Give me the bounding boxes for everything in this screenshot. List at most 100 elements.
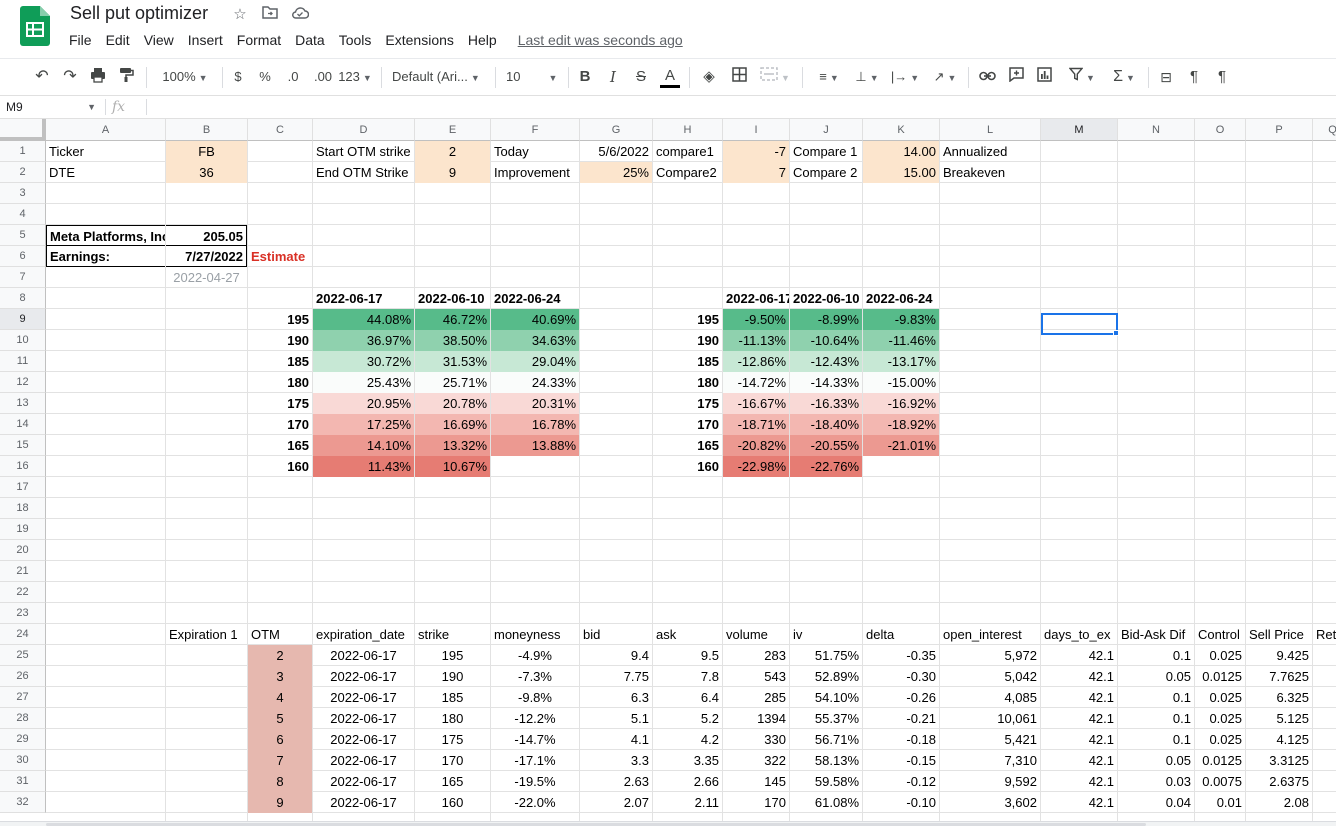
options-cell[interactable]: 9.425 (1246, 645, 1312, 666)
options-cell[interactable]: 55.37% (790, 708, 862, 729)
breakeven-strike[interactable]: 180 (653, 372, 722, 393)
row-header-9[interactable]: 9 (0, 309, 46, 330)
filter-icon[interactable]: ▼ (1062, 67, 1102, 87)
annualized-value[interactable]: 10.67% (415, 456, 490, 477)
options-cell[interactable]: 6.3 (580, 687, 652, 708)
options-cell[interactable]: 5,972 (940, 645, 1040, 666)
options-cell[interactable]: -19.5% (491, 771, 579, 792)
breakeven-value[interactable]: -20.82% (723, 435, 789, 456)
earnings-date[interactable]: 7/27/2022 (166, 246, 247, 267)
compare-2-label[interactable]: Compare 2 (790, 162, 862, 183)
options-cell[interactable]: 0.05 (1118, 750, 1194, 771)
row-header-6[interactable]: 6 (0, 246, 46, 267)
options-cell[interactable]: -0.21 (863, 708, 939, 729)
column-header-a[interactable]: A (46, 119, 166, 141)
breakeven-value[interactable]: -18.92% (863, 414, 939, 435)
column-header-m[interactable]: M (1041, 119, 1118, 141)
ticker-label[interactable]: Ticker (46, 141, 165, 162)
percent-format-button[interactable]: % (256, 67, 274, 87)
options-cell[interactable]: 2.66 (653, 771, 722, 792)
paint-format-icon[interactable] (116, 67, 136, 87)
options-cell[interactable]: 4.1 (580, 729, 652, 750)
column-header-q[interactable]: Q (1313, 119, 1336, 141)
row-header-31[interactable]: 31 (0, 771, 46, 792)
row-header-30[interactable]: 30 (0, 750, 46, 771)
options-header[interactable]: open_interest (940, 624, 1040, 645)
options-cell[interactable]: 2022-06-17 (313, 771, 414, 792)
text-rotation-icon[interactable]: ↗ ▼ (928, 67, 962, 87)
row-header-26[interactable]: 26 (0, 666, 46, 687)
annualized-value[interactable]: 24.33% (491, 372, 579, 393)
menu-format[interactable]: Format (230, 31, 288, 49)
select-all-corner[interactable] (0, 119, 46, 141)
options-cell[interactable]: 59.58% (790, 771, 862, 792)
options-cell[interactable]: 7.7625 (1246, 666, 1312, 687)
date-hint[interactable]: 2022-04-27 (166, 267, 247, 288)
options-cell[interactable]: 2.08 (1246, 792, 1312, 813)
breakeven-strike[interactable]: 190 (653, 330, 722, 351)
options-cell[interactable]: 4,085 (940, 687, 1040, 708)
compare1-label[interactable]: compare1 (653, 141, 722, 162)
options-cell[interactable]: 2.6375 (1246, 771, 1312, 792)
column-header-p[interactable]: P (1246, 119, 1313, 141)
start-otm-label[interactable]: Start OTM strike (313, 141, 414, 162)
options-header[interactable]: bid (580, 624, 652, 645)
row-header-23[interactable]: 23 (0, 603, 46, 624)
breakeven-value[interactable]: -18.40% (790, 414, 862, 435)
options-cell[interactable]: 0.0075 (1195, 771, 1245, 792)
options-cell[interactable]: 160 (415, 792, 490, 813)
menu-extensions[interactable]: Extensions (378, 31, 460, 49)
column-header-c[interactable]: C (248, 119, 313, 141)
options-cell[interactable]: 0.1 (1118, 687, 1194, 708)
input-tools-icon[interactable]: ⊟ (1156, 67, 1176, 87)
options-cell[interactable]: 56.71% (790, 729, 862, 750)
options-cell[interactable]: 3.35 (653, 750, 722, 771)
options-cell[interactable]: 5.1 (580, 708, 652, 729)
breakeven-value[interactable]: -16.92% (863, 393, 939, 414)
annualized-strike[interactable]: 160 (248, 456, 312, 477)
text-wrapping-icon[interactable]: |→ ▼ (888, 67, 922, 87)
options-cell[interactable]: 58.13% (790, 750, 862, 771)
start-otm-input[interactable]: 2 (415, 141, 490, 162)
annualized-value[interactable]: 16.69% (415, 414, 490, 435)
insert-link-icon[interactable] (977, 67, 997, 87)
column-header-d[interactable]: D (313, 119, 415, 141)
ltr-text-icon[interactable]: ¶ (1184, 67, 1204, 87)
options-cell[interactable]: 61.08% (790, 792, 862, 813)
breakeven-strike[interactable]: 185 (653, 351, 722, 372)
breakeven-value[interactable]: -14.33% (790, 372, 862, 393)
menu-data[interactable]: Data (288, 31, 332, 49)
options-cell[interactable]: 0.01 (1195, 792, 1245, 813)
options-cell[interactable]: 6.4 (653, 687, 722, 708)
options-cell[interactable]: -7.3% (491, 666, 579, 687)
annualized-strike[interactable]: 180 (248, 372, 312, 393)
menu-help[interactable]: Help (461, 31, 504, 49)
breakeven-value[interactable]: -11.46% (863, 330, 939, 351)
breakeven-value[interactable]: -11.13% (723, 330, 789, 351)
annualized-value[interactable]: 25.43% (313, 372, 414, 393)
font-family-select[interactable]: Default (Ari... ▼ (392, 67, 488, 87)
options-cell[interactable]: 7.8 (653, 666, 722, 687)
options-cell[interactable]: 0.025 (1195, 645, 1245, 666)
undo-icon[interactable]: ↶ (32, 67, 52, 87)
annualized-value[interactable]: 46.72% (415, 309, 490, 330)
functions-icon[interactable]: Σ ▼ (1108, 67, 1140, 87)
row-header-14[interactable]: 14 (0, 414, 46, 435)
column-header-i[interactable]: I (723, 119, 790, 141)
breakeven-value[interactable]: -13.17% (863, 351, 939, 372)
compare1-input[interactable]: -7 (723, 141, 789, 162)
column-header-o[interactable]: O (1195, 119, 1246, 141)
options-cell[interactable]: 1394 (723, 708, 789, 729)
options-cell[interactable]: 2022-06-17 (313, 708, 414, 729)
annualized-strike[interactable]: 165 (248, 435, 312, 456)
row-header-27[interactable]: 27 (0, 687, 46, 708)
column-header-f[interactable]: F (491, 119, 580, 141)
horizontal-scrollbar[interactable] (0, 821, 1336, 826)
row-header-13[interactable]: 13 (0, 393, 46, 414)
options-cell[interactable]: 42.1 (1041, 750, 1117, 771)
row-header-3[interactable]: 3 (0, 183, 46, 204)
row-header-17[interactable]: 17 (0, 477, 46, 498)
options-cell[interactable]: 0.04 (1118, 792, 1194, 813)
breakeven-value[interactable]: -22.98% (723, 456, 789, 477)
options-cell[interactable]: 5,042 (940, 666, 1040, 687)
